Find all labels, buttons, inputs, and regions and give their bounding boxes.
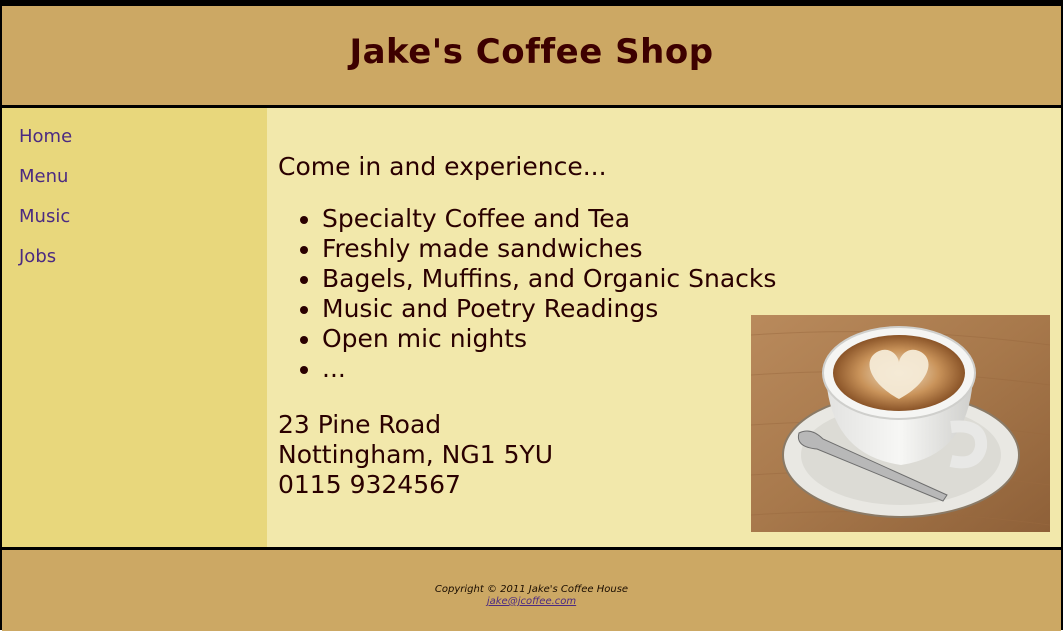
feature-item: Open mic nights: [322, 324, 776, 354]
address-street: 23 Pine Road: [278, 410, 442, 439]
coffee-cup-image: [751, 315, 1050, 532]
features-list: Specialty Coffee and Tea Freshly made sa…: [278, 204, 776, 384]
feature-item: Specialty Coffee and Tea: [322, 204, 776, 234]
nav-item-music: Music: [19, 206, 267, 246]
intro-text: Come in and experience...: [278, 152, 607, 181]
address-city: Nottingham, NG1 5YU: [278, 440, 554, 469]
page-title: Jake's Coffee Shop: [349, 32, 714, 72]
address-block: 23 Pine Road Nottingham, NG1 5YU 0115 93…: [278, 410, 553, 500]
main-content: Come in and experience... Specialty Coff…: [267, 108, 1061, 547]
address-phone: 0115 9324567: [278, 470, 461, 499]
feature-item: Freshly made sandwiches: [322, 234, 776, 264]
nav-link-music[interactable]: Music: [19, 206, 70, 227]
page-header: Jake's Coffee Shop: [2, 6, 1061, 108]
page: Jake's Coffee Shop Home Menu Music Jobs …: [0, 0, 1063, 631]
nav-link-menu[interactable]: Menu: [19, 166, 68, 187]
nav-link-jobs[interactable]: Jobs: [19, 246, 56, 267]
feature-item: Bagels, Muffins, and Organic Snacks: [322, 264, 776, 294]
feature-item: Music and Poetry Readings: [322, 294, 776, 324]
feature-item: ...: [322, 354, 776, 384]
email-link[interactable]: jake@jcoffee.com: [487, 596, 576, 607]
footer-email: jake@jcoffee.com: [2, 596, 1061, 607]
nav-item-jobs: Jobs: [19, 246, 267, 286]
copyright-text: Copyright © 2011 Jake's Coffee House: [434, 584, 629, 595]
nav-link-home[interactable]: Home: [19, 126, 72, 147]
sidebar-nav: Home Menu Music Jobs: [2, 108, 267, 547]
nav-list: Home Menu Music Jobs: [2, 108, 267, 286]
nav-item-home: Home: [19, 126, 267, 166]
nav-item-menu: Menu: [19, 166, 267, 206]
page-footer: Copyright © 2011 Jake's Coffee House jak…: [2, 547, 1061, 631]
